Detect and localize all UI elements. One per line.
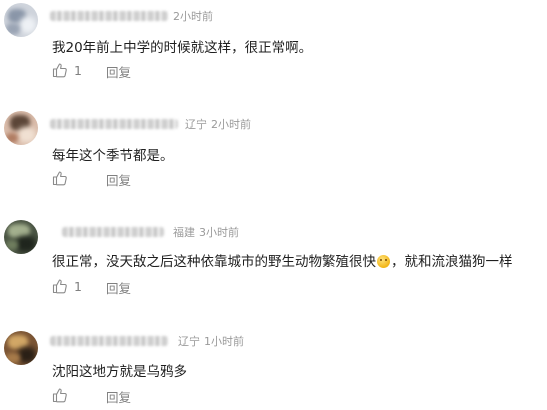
comment-time: 2小时前 — [211, 118, 251, 131]
thumbs-up-icon — [52, 171, 67, 186]
comment-text-part: 很正常，没天敌之后这种依靠城市的野生动物繁殖很快 — [52, 254, 376, 270]
like-button[interactable] — [52, 387, 74, 403]
like-count: 1 — [74, 278, 82, 294]
avatar[interactable] — [4, 111, 38, 145]
comment-text-part: ，就和流浪猫狗一样 — [391, 254, 513, 270]
comment-text: 每年这个季节都是。 — [52, 148, 174, 164]
reply-button[interactable]: 回复 — [106, 278, 131, 297]
username-blurred[interactable] — [62, 227, 164, 237]
comment-meta: 福建 3小时前 — [173, 224, 239, 240]
comment-item: 福建 3小时前 很正常，没天敌之后这种依靠城市的野生动物繁殖很快 ，就和流浪猫狗一样… — [0, 205, 547, 317]
comment-text: 我20年前上中学的时候就这样，很正常啊。 — [52, 40, 313, 56]
comment-time: 2小时前 — [173, 10, 213, 23]
like-count: 1 — [74, 62, 82, 78]
comment-meta: 2小时前 — [173, 8, 213, 24]
comment-meta: 辽宁 2小时前 — [185, 116, 251, 132]
comment-item: 2小时前 我20年前上中学的时候就这样，很正常啊。 1 回复 — [0, 0, 547, 100]
smile-emoji-icon — [377, 255, 390, 268]
reply-button[interactable]: 回复 — [106, 387, 131, 406]
thumbs-up-icon — [52, 279, 67, 294]
comment-time: 1小时前 — [204, 335, 244, 348]
comment-item: 辽宁 2小时前 每年这个季节都是。 回复 — [0, 100, 547, 205]
avatar[interactable] — [4, 220, 38, 254]
comment-location: 福建 — [173, 226, 195, 239]
like-button[interactable]: 1 — [52, 62, 82, 78]
comment-location: 辽宁 — [178, 335, 200, 348]
comment-item: 辽宁 1小时前 沈阳这地方就是乌鸦多 回复 — [0, 317, 547, 410]
like-button[interactable] — [52, 170, 74, 186]
comment-time: 3小时前 — [199, 226, 239, 239]
reply-button[interactable]: 回复 — [106, 170, 131, 189]
username-blurred[interactable] — [50, 336, 168, 346]
comment-meta: 辽宁 1小时前 — [178, 333, 244, 349]
comment-text: 沈阳这地方就是乌鸦多 — [52, 364, 187, 380]
username-blurred[interactable] — [50, 11, 168, 21]
avatar[interactable] — [4, 331, 38, 365]
username-blurred[interactable] — [50, 119, 178, 129]
thumbs-up-icon — [52, 63, 67, 78]
like-button[interactable]: 1 — [52, 278, 82, 294]
avatar[interactable] — [4, 3, 38, 37]
thumbs-up-icon — [52, 388, 67, 403]
comment-text: 很正常，没天敌之后这种依靠城市的野生动物繁殖很快 ，就和流浪猫狗一样 — [52, 250, 513, 270]
comment-location: 辽宁 — [185, 118, 207, 131]
reply-button[interactable]: 回复 — [106, 62, 131, 81]
